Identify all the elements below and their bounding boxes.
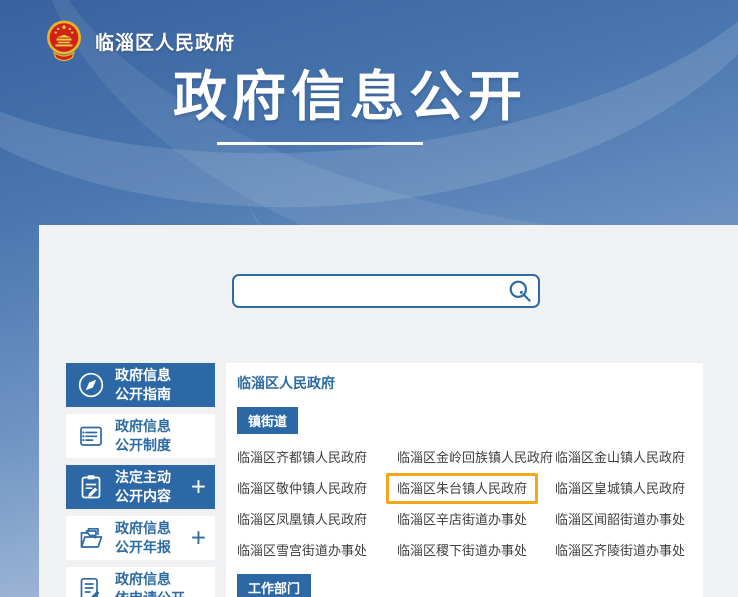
link-cell: 临淄区敬仲镇人民政府: [237, 481, 397, 496]
sidebar-item-label: 政府信息公开制度: [115, 417, 171, 455]
folder-icon: [76, 523, 106, 553]
site-header[interactable]: 临淄区人民政府: [44, 18, 235, 64]
search-input[interactable]: [232, 274, 540, 308]
link-cell: 临淄区金岭回族镇人民政府: [397, 450, 555, 465]
sidebar-item-open-on-request[interactable]: 政府信息依申请公开: [66, 567, 215, 597]
gov-link[interactable]: 临淄区凤凰镇人民政府: [237, 512, 367, 527]
gov-link[interactable]: 临淄区皇城镇人民政府: [555, 481, 685, 496]
expand-plus-icon[interactable]: +: [191, 524, 206, 550]
group-badge: 工作部门: [237, 574, 311, 597]
clipboard-pen-icon: [76, 472, 106, 502]
link-cell: 临淄区齐都镇人民政府: [237, 450, 397, 465]
link-cell: 临淄区闻韶街道办事处: [555, 512, 692, 527]
sidebar-item-open-guide[interactable]: 政府信息公开指南: [66, 363, 215, 407]
link-groups: 镇街道临淄区齐都镇人民政府 临淄区金岭回族镇人民政府临淄区金山镇人民政府临淄区敬仲…: [237, 393, 692, 597]
compass-icon: [76, 370, 106, 400]
link-cell: 临淄区皇城镇人民政府: [555, 481, 692, 496]
link-cell: 临淄区朱台镇人民政府: [397, 481, 555, 496]
gov-link[interactable]: 临淄区雪宫街道办事处: [237, 543, 367, 558]
expand-plus-icon[interactable]: +: [191, 473, 206, 499]
sidebar-item-label: 政府信息依申请公开: [115, 570, 185, 597]
sidebar-item-open-rules[interactable]: 政府信息公开制度: [66, 414, 215, 458]
gov-link[interactable]: 临淄区金岭回族镇人民政府: [397, 450, 553, 465]
gov-link[interactable]: 临淄区齐都镇人民政府: [237, 450, 367, 465]
link-cell: 临淄区凤凰镇人民政府: [237, 512, 397, 527]
search-bar: [232, 274, 540, 308]
content-panel: 政府信息公开指南政府信息公开制度法定主动公开内容+政府信息公开年报+政府信息依申…: [39, 225, 738, 597]
national-emblem-icon: [44, 18, 84, 64]
link-grid: 临淄区齐都镇人民政府 临淄区金岭回族镇人民政府临淄区金山镇人民政府临淄区敬仲镇人民…: [237, 450, 692, 558]
link-cell: 临淄区齐陵街道办事处: [555, 543, 692, 558]
main-content: 临淄区人民政府 镇街道临淄区齐都镇人民政府 临淄区金岭回族镇人民政府临淄区金山镇人…: [226, 363, 703, 597]
link-cell: 临淄区稷下街道办事处: [397, 543, 555, 558]
sidebar-item-label: 政府信息公开年报: [115, 519, 171, 557]
search-icon[interactable]: [507, 278, 533, 304]
section-title: 临淄区人民政府: [237, 371, 692, 393]
document-pen-icon: [76, 574, 106, 597]
sidebar: 政府信息公开指南政府信息公开制度法定主动公开内容+政府信息公开年报+政府信息依申…: [66, 363, 215, 597]
gov-link[interactable]: 临淄区齐陵街道办事处: [555, 543, 685, 558]
sidebar-item-label: 政府信息公开指南: [115, 366, 171, 404]
gov-link[interactable]: 临淄区辛店街道办事处: [397, 512, 527, 527]
page: 临淄区人民政府 政府信息公开 政府信息公开指南政府信息公开制度法定主动公开内容 +…: [0, 0, 738, 597]
document-list-icon: [76, 421, 106, 451]
link-cell: 临淄区金山镇人民政府: [555, 450, 692, 465]
group-badge: 镇街道: [237, 407, 298, 434]
page-title: 政府信息公开: [160, 66, 540, 128]
sidebar-item-label: 法定主动公开内容: [115, 468, 171, 506]
sidebar-item-annual-report[interactable]: 政府信息公开年报 +: [66, 516, 215, 560]
link-cell: 临淄区雪宫街道办事处: [237, 543, 397, 558]
gov-link-highlighted[interactable]: 临淄区朱台镇人民政府: [386, 473, 538, 504]
link-cell: 临淄区辛店街道办事处: [397, 512, 555, 527]
sidebar-item-statutory-open[interactable]: 法定主动公开内容 +: [66, 465, 215, 509]
gov-link[interactable]: 临淄区敬仲镇人民政府: [237, 481, 367, 496]
title-underline: [217, 142, 423, 145]
site-name: 临淄区人民政府: [95, 28, 235, 55]
gov-link[interactable]: 临淄区金山镇人民政府: [555, 450, 685, 465]
gov-link[interactable]: 临淄区稷下街道办事处: [397, 543, 527, 558]
gov-link[interactable]: 临淄区闻韶街道办事处: [555, 512, 685, 527]
